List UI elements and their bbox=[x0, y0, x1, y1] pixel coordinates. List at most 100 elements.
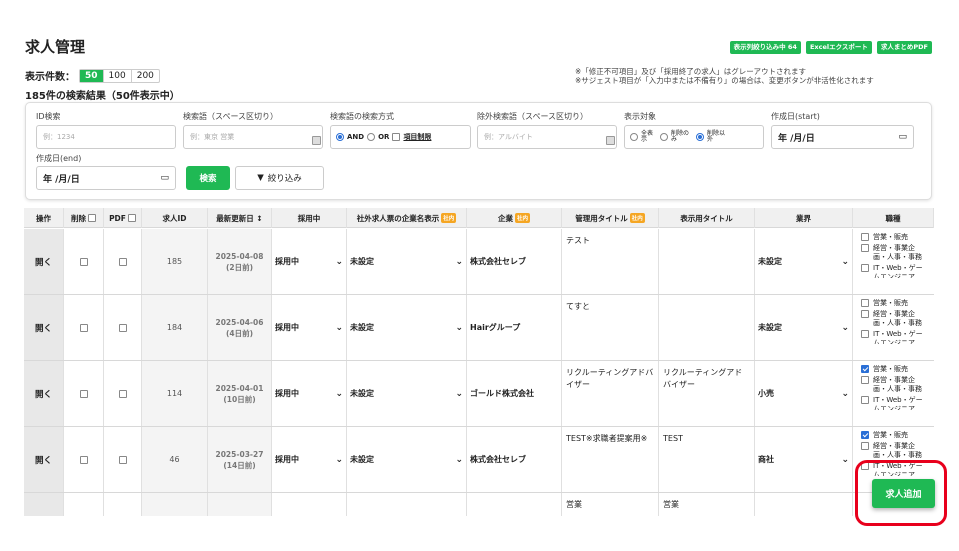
internal-tag: 社内 bbox=[629, 213, 645, 223]
end-date-input[interactable]: 年 /月/日 ▭ bbox=[36, 166, 176, 190]
industry-select[interactable]: 小売 ⌄ bbox=[755, 361, 853, 426]
hiring-select[interactable]: 採用中 ⌄ bbox=[272, 427, 347, 492]
excel-export-button[interactable]: Excelエクスポート bbox=[805, 41, 872, 54]
job-checkbox[interactable] bbox=[861, 431, 869, 439]
mgmt-title: てすと bbox=[562, 295, 659, 360]
add-job-button[interactable]: 求人追加 bbox=[872, 479, 935, 508]
column-filter-button[interactable]: 表示列絞り込み中 64 bbox=[729, 41, 801, 54]
open-link[interactable]: 開く bbox=[24, 295, 64, 360]
delete-checkbox[interactable] bbox=[79, 389, 88, 398]
delete-checkbox[interactable] bbox=[79, 257, 88, 266]
mgmt-title: リクルーティングアドバイザー bbox=[562, 361, 659, 426]
display-count-label: 表示件数： bbox=[25, 72, 75, 83]
page-size-50[interactable]: 50 bbox=[80, 69, 104, 82]
header-mgmt-title: 管理用タイトル 社内 bbox=[562, 208, 659, 228]
table-row: 開く 114 2025-04-01 (10日前) 採用中 ⌄ 未設定 ⌄ ゴールド株式会社 リクル… bbox=[24, 361, 934, 427]
calendar-icon[interactable]: ▭ bbox=[898, 132, 907, 142]
delete-checkbox[interactable] bbox=[79, 455, 88, 464]
pdf-cell bbox=[104, 229, 142, 294]
paste-icon[interactable] bbox=[606, 136, 615, 145]
hiring-select[interactable]: 採用中 ⌄ bbox=[272, 229, 347, 294]
open-link[interactable]: 開く bbox=[24, 361, 64, 426]
page-size-200[interactable]: 200 bbox=[132, 70, 159, 82]
filter-button[interactable]: ▼ 絞り込み bbox=[235, 166, 324, 190]
delete-checkbox[interactable] bbox=[79, 323, 88, 332]
target-except-radio[interactable] bbox=[696, 133, 704, 141]
industry-select[interactable]: 商社 ⌄ bbox=[755, 427, 853, 492]
calendar-icon[interactable]: ▭ bbox=[160, 173, 169, 183]
chevron-down-icon: ⌄ bbox=[841, 322, 849, 333]
open-link[interactable] bbox=[24, 493, 64, 516]
page-size-100[interactable]: 100 bbox=[104, 69, 132, 82]
industry-select[interactable]: 未設定 ⌄ bbox=[755, 295, 853, 360]
mode-item-checkbox[interactable] bbox=[392, 133, 401, 141]
search-button[interactable]: 検索 bbox=[186, 166, 230, 190]
keyword-input[interactable]: 例：東京 営業 bbox=[183, 125, 323, 149]
header-company-display-label: 社外求人票の企業名表示 bbox=[356, 213, 440, 223]
open-link[interactable]: 開く bbox=[24, 229, 64, 294]
chevron-down-icon: ⌄ bbox=[841, 388, 849, 399]
company-display-cell bbox=[347, 493, 467, 516]
updated-cell bbox=[208, 493, 272, 516]
display-title: リクルーティングアドバイザー bbox=[659, 361, 755, 426]
job-checkbox[interactable] bbox=[861, 244, 869, 252]
chevron-down-icon: ⌄ bbox=[455, 322, 463, 333]
pdf-checkbox[interactable] bbox=[118, 455, 127, 464]
job-checkbox[interactable] bbox=[861, 310, 869, 318]
mode-and-radio[interactable] bbox=[336, 133, 344, 141]
job-checkbox[interactable] bbox=[861, 264, 869, 272]
job-checkbox[interactable] bbox=[861, 330, 869, 338]
pdf-summary-button[interactable]: 求人まとめPDF bbox=[876, 41, 932, 54]
pdf-checkbox[interactable] bbox=[118, 323, 127, 332]
job-checkbox[interactable] bbox=[861, 442, 869, 450]
mode-label: 検索語の検索方式 bbox=[330, 112, 394, 121]
mode-or-radio[interactable] bbox=[367, 133, 376, 141]
job-checkbox[interactable] bbox=[861, 365, 869, 373]
target-all-radio[interactable] bbox=[630, 133, 638, 141]
company-display-select[interactable]: 未設定 ⌄ bbox=[347, 229, 467, 294]
id-search-input[interactable]: 例：1234 bbox=[36, 125, 176, 149]
company-name: 株式会社セレブ bbox=[467, 427, 562, 492]
paste-icon[interactable] bbox=[312, 136, 321, 145]
start-date-value: 年 /月/日 bbox=[778, 133, 815, 144]
start-date-label: 作成日(start) bbox=[771, 112, 820, 121]
company-display-select[interactable]: 未設定 ⌄ bbox=[347, 361, 467, 426]
delete-cell bbox=[64, 295, 104, 360]
pdf-checkbox[interactable] bbox=[118, 257, 127, 266]
notes: ※「修正不可項目」及び「採用終了の求人」はグレーアウトされます ※サジェスト項目… bbox=[575, 67, 874, 85]
industry-select[interactable]: 未設定 ⌄ bbox=[755, 229, 853, 294]
exclude-input[interactable]: 例：アルバイト bbox=[477, 125, 617, 149]
delete-all-checkbox[interactable] bbox=[88, 214, 96, 222]
display-title bbox=[659, 229, 755, 294]
start-date-input[interactable]: 年 /月/日 ▭ bbox=[771, 125, 914, 149]
pdf-all-checkbox[interactable] bbox=[127, 214, 136, 222]
updated-date: 2025-03-27 bbox=[215, 449, 264, 459]
company-display-select[interactable]: 未設定 ⌄ bbox=[347, 427, 467, 492]
open-link[interactable]: 開く bbox=[24, 427, 64, 492]
header-pdf: PDF bbox=[104, 208, 142, 228]
company-display-select[interactable]: 未設定 ⌄ bbox=[347, 295, 467, 360]
target-only-radio[interactable] bbox=[660, 133, 668, 141]
hiring-select[interactable]: 採用中 ⌄ bbox=[272, 361, 347, 426]
header-updated[interactable]: 最新更新日 ↕ bbox=[208, 208, 272, 228]
industry-value: 未設定 bbox=[758, 323, 782, 332]
table-row: 開く 185 2025-04-08 (2日前) 採用中 ⌄ 未設定 ⌄ 株式会社セレブ テスト 未設… bbox=[24, 229, 934, 295]
updated-cell: 2025-04-01 (10日前) bbox=[208, 361, 272, 426]
hiring-select[interactable]: 採用中 ⌄ bbox=[272, 295, 347, 360]
industry-value: 小売 bbox=[758, 389, 774, 398]
target-all-label: 全表示 bbox=[641, 129, 654, 143]
display-title bbox=[659, 295, 755, 360]
delete-cell bbox=[64, 361, 104, 426]
target-label: 表示対象 bbox=[624, 112, 656, 121]
chevron-down-icon: ⌄ bbox=[841, 256, 849, 267]
pdf-checkbox[interactable] bbox=[118, 389, 127, 398]
job-checkbox[interactable] bbox=[861, 396, 869, 404]
job-label: IT・Web・ゲームエンジニア bbox=[873, 330, 923, 344]
mode-item-label[interactable]: 項目制限 bbox=[403, 132, 431, 142]
job-checkbox[interactable] bbox=[861, 376, 869, 384]
header-job: 職種 bbox=[853, 208, 934, 228]
mode-or-label: OR bbox=[378, 133, 390, 141]
job-id: 46 bbox=[142, 427, 208, 492]
job-checkbox[interactable] bbox=[861, 299, 869, 307]
job-checkbox[interactable] bbox=[861, 233, 869, 241]
